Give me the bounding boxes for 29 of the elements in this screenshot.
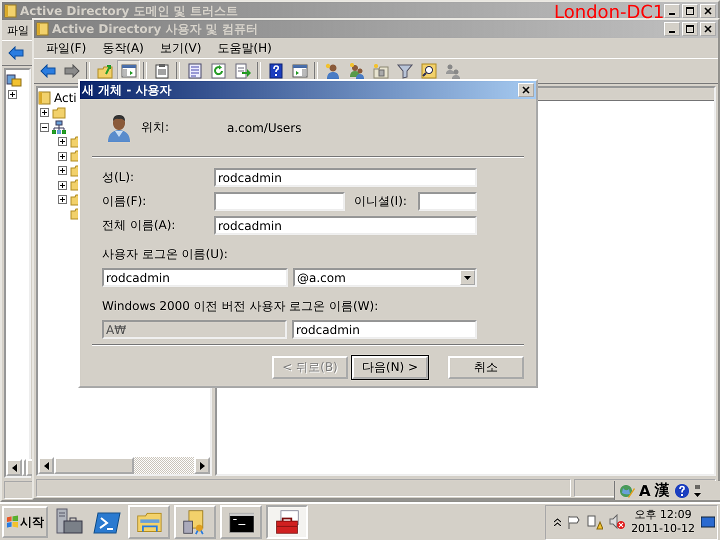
logon-name-field[interactable]: rodcadmin [102, 268, 288, 287]
location-value: a.com/Users [227, 120, 302, 134]
field-label: 사용자 로그온 이름(U): [102, 246, 229, 263]
start-button[interactable]: 시작 [2, 506, 48, 538]
last-name-field[interactable]: rodcadmin [214, 168, 477, 187]
menu-item[interactable]: 동작(A) [94, 38, 152, 58]
domain-dropdown[interactable]: @a.com [293, 268, 477, 287]
dialog-button[interactable]: 취소 [448, 356, 524, 379]
menu-item[interactable]: 파일(F) [38, 38, 94, 58]
field-label: 이름(F): [102, 193, 148, 210]
hanja-button[interactable]: 漢 [654, 481, 670, 500]
machine-label: London-DC1 [554, 2, 664, 23]
window-title: Active Directory 사용자 및 컴퓨터 [52, 20, 258, 38]
location-label: 위치: [141, 119, 170, 136]
tree-item[interactable]: Acti [54, 91, 77, 106]
field-label: 성(L): [102, 169, 136, 186]
menu-item[interactable]: 도움말(H) [209, 38, 280, 58]
full-name-field[interactable]: rodcadmin [214, 216, 477, 235]
menu-item[interactable]: 파일 [4, 20, 29, 40]
field-label: Windows 2000 이전 버전 사용자 로그온 이름(W): [102, 298, 380, 315]
pre2000-logon-field[interactable]: rodcadmin [292, 320, 477, 339]
dialog-button[interactable]: 다음(N) > [352, 356, 428, 379]
clock[interactable]: 오후 12:09 2011-10-12 [631, 508, 695, 536]
window-title: Active Directory 도메인 및 트러스트 [20, 2, 238, 20]
field-label: 전체 이름(A): [102, 217, 176, 234]
input-mode-button[interactable]: A [639, 482, 651, 500]
menu-item[interactable]: 보기(V) [152, 38, 210, 58]
field-label: 이니셜(I): [353, 193, 408, 210]
window-title: 새 개체 - 사용자 [82, 82, 172, 98]
